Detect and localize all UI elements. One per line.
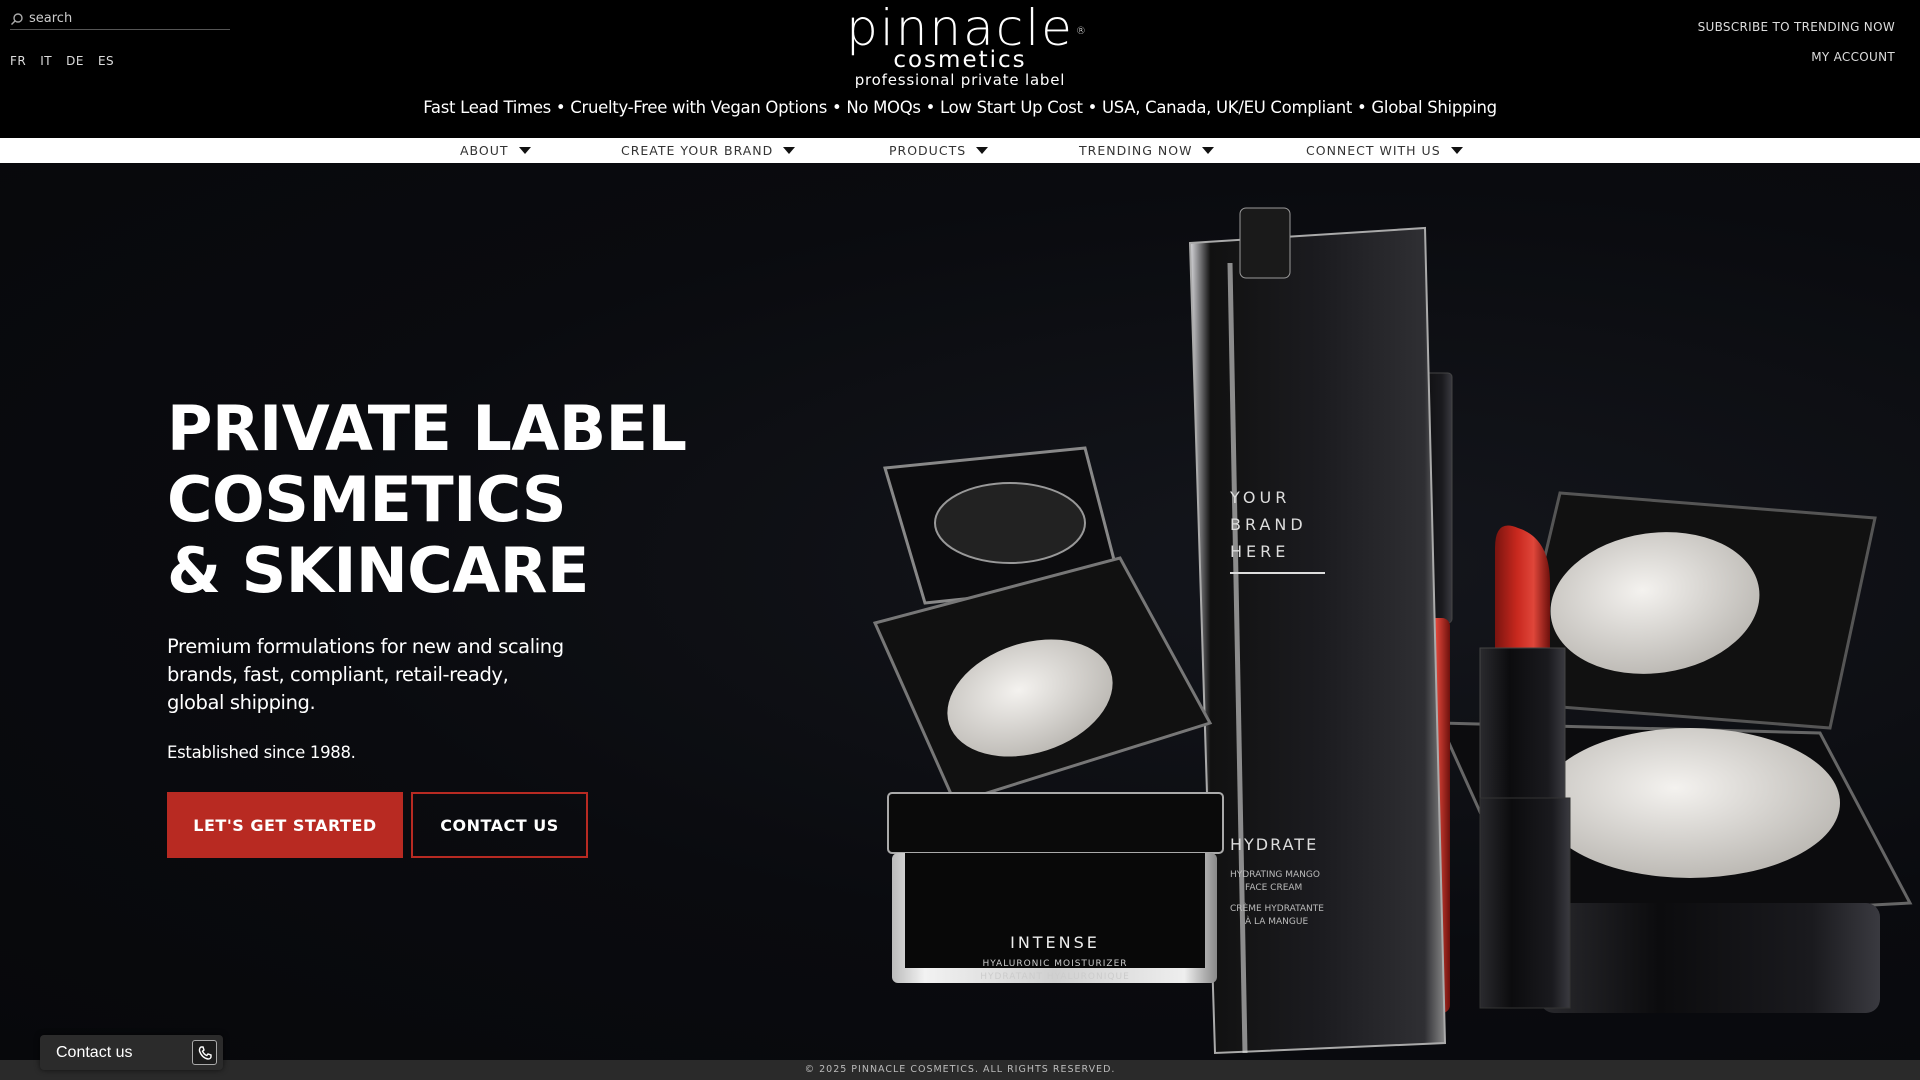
nav-item-label: PRODUCTS <box>889 143 967 158</box>
bottle-sub-line: CRÈME HYDRATANTE <box>1230 902 1324 914</box>
contact-us-button[interactable]: CONTACT US <box>411 792 588 858</box>
caret-down-icon <box>518 147 531 154</box>
nav-item-label: CONNECT WITH US <box>1306 143 1441 158</box>
nav-item-label: CREATE YOUR BRAND <box>621 143 774 158</box>
language-switcher: FR IT DE ES <box>10 54 114 68</box>
nav-item-connect-with-us[interactable]: CONNECT WITH US <box>1306 138 1463 163</box>
logo-tagline: professional private label <box>854 71 1066 89</box>
hero-title: PRIVATE LABEL COSMETICS & SKINCARE <box>167 393 687 606</box>
nav-item-label: TRENDING NOW <box>1079 143 1193 158</box>
logo-registered-mark: ® <box>1075 26 1088 37</box>
site-header: FR IT DE ES pinnacle ® cosmetics profess… <box>0 0 1920 138</box>
account-links: SUBSCRIBE TO TRENDING NOW MY ACCOUNT <box>1698 20 1895 80</box>
hero-section: PRIVATE LABEL COSMETICS & SKINCARE Premi… <box>0 163 1920 1060</box>
logo-main-text: pinnacle <box>846 0 1074 57</box>
nav-item-products[interactable]: PRODUCTS <box>889 138 989 163</box>
intense-jar-illustration: INTENSE HYALURONIC MOISTURIZER HYDRATANT… <box>887 792 1224 983</box>
product-showcase-image: YOUR BRAND HERE HYDRATE HYDRATING MANGO … <box>872 207 1913 1055</box>
hero-title-line: COSMETICS <box>167 463 567 536</box>
contact-us-widget[interactable]: Contact us <box>40 1035 223 1070</box>
nav-item-create-your-brand[interactable]: CREATE YOUR BRAND <box>621 138 796 163</box>
my-account-link[interactable]: MY ACCOUNT <box>1698 50 1895 64</box>
benefits-bar: Fast Lead Times • Cruelty-Free with Vega… <box>423 98 1497 117</box>
phone-glyph <box>198 1045 212 1060</box>
bottle-sub-line: À LA MANGUE <box>1245 915 1308 927</box>
established-text: Established since 1988. <box>167 743 356 762</box>
subscribe-link[interactable]: SUBSCRIBE TO TRENDING NOW <box>1698 20 1895 34</box>
hero-title-line: PRIVATE LABEL <box>167 392 687 465</box>
search-input[interactable] <box>29 11 219 26</box>
bottle-sub-line: HYDRATING MANGO <box>1230 870 1320 880</box>
main-nav: ABOUT CREATE YOUR BRAND PRODUCTS TRENDIN… <box>0 138 1920 163</box>
hero-description: Premium formulations for new and scaling… <box>167 635 564 714</box>
hero-title-line: & SKINCARE <box>167 534 589 607</box>
jar-sub-line: HYALURONIC MOISTURIZER <box>982 959 1127 969</box>
brand-logo[interactable]: pinnacle ® cosmetics professional privat… <box>840 3 1086 90</box>
lang-fr-link[interactable]: FR <box>10 54 26 68</box>
nav-item-label: ABOUT <box>460 143 509 158</box>
caret-down-icon <box>783 147 796 154</box>
search-box <box>10 8 230 30</box>
left-compact-illustration <box>872 446 1213 805</box>
lang-it-link[interactable]: IT <box>40 54 52 68</box>
lang-de-link[interactable]: DE <box>66 54 84 68</box>
lang-es-link[interactable]: ES <box>98 54 114 68</box>
logo-wordmark: pinnacle ® <box>846 3 1086 53</box>
phone-icon[interactable] <box>192 1040 217 1065</box>
contact-widget-label: Contact us <box>56 1043 133 1061</box>
caret-down-icon <box>976 147 989 154</box>
bottle-brand-line: BRAND <box>1230 515 1307 534</box>
search-icon <box>11 12 23 25</box>
jar-product-name: INTENSE <box>1010 933 1100 952</box>
bottle-brand-line: YOUR <box>1229 488 1290 507</box>
nav-item-trending-now[interactable]: TRENDING NOW <box>1079 138 1215 163</box>
bottle-product-name: HYDRATE <box>1230 835 1318 854</box>
nav-item-about[interactable]: ABOUT <box>460 138 531 163</box>
caret-down-icon <box>1202 147 1215 154</box>
get-started-button[interactable]: LET'S GET STARTED <box>167 792 403 858</box>
caret-down-icon <box>1450 147 1463 154</box>
pump-bottle-illustration: YOUR BRAND HERE HYDRATE HYDRATING MANGO … <box>1188 207 1447 1055</box>
jar-sub-line: HYDRATANT HYALURONIQUE <box>980 972 1130 982</box>
site-footer: © 2025 PINNACLE COSMETICS. ALL RIGHTS RE… <box>0 1060 1920 1080</box>
bottle-sub-line: FACE CREAM <box>1245 883 1302 893</box>
bottle-brand-line: HERE <box>1230 542 1289 561</box>
